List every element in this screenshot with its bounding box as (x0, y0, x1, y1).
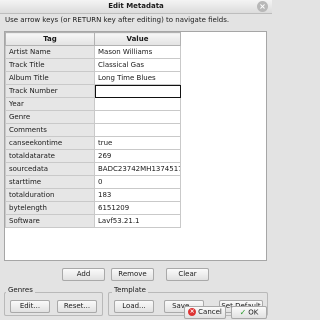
table-row[interactable]: Artist Name Mason Williams (5, 45, 181, 59)
value-cell[interactable] (94, 110, 181, 124)
column-header-value: Value (94, 32, 181, 46)
tag-cell[interactable]: Year (5, 97, 95, 111)
table-row[interactable]: sourcedataBADC23742MH137451778 (5, 162, 181, 176)
template-group-label: Template (112, 286, 148, 294)
table-row[interactable]: totaldatarate 269 (5, 149, 181, 163)
cancel-icon: × (188, 308, 197, 316)
cancel-label: Cancel (198, 308, 222, 316)
tag-cell[interactable]: Artist Name (5, 45, 95, 59)
value-cell[interactable] (94, 123, 181, 137)
tag-cell[interactable]: starttime (5, 175, 95, 189)
instructions-text: Use arrow keys (or RETURN key after edit… (5, 16, 230, 24)
table-row[interactable]: Album Title Long Time Blues (5, 71, 181, 85)
table-row[interactable]: starttime 0 (5, 175, 181, 189)
ok-button[interactable]: ✓ OK (231, 306, 267, 319)
value-cell[interactable]: Mason Williams (94, 45, 181, 59)
table-row[interactable]: Year (5, 97, 181, 111)
clear-button[interactable]: Clear (166, 268, 209, 281)
tag-cell[interactable]: totaldatarate (5, 149, 95, 163)
table-row[interactable]: canseekontime true (5, 136, 181, 150)
tag-cell[interactable]: totalduration (5, 188, 95, 202)
add-button[interactable]: Add (62, 268, 105, 281)
title-bar: Edit Metadata × (0, 0, 272, 14)
value-cell[interactable]: 6151209 (94, 201, 181, 215)
value-cell[interactable]: Lavf53.21.1 (94, 214, 181, 228)
value-cell[interactable]: 269 (94, 149, 181, 163)
table-row[interactable]: bytelength 6151209 (5, 201, 181, 215)
tag-cell[interactable]: Album Title (5, 71, 95, 85)
tag-cell[interactable]: Genre (5, 110, 95, 124)
checkmark-icon: ✓ (239, 308, 247, 317)
table-row[interactable]: Software Lavf53.21.1 (5, 214, 181, 228)
load-template-button[interactable]: Load... (114, 300, 154, 313)
table-row[interactable]: Track Number (5, 84, 181, 98)
close-icon[interactable]: × (257, 1, 268, 12)
tag-cell[interactable]: bytelength (5, 201, 95, 215)
column-header-tag: Tag (5, 32, 95, 46)
value-cell[interactable]: 183 (94, 188, 181, 202)
table-row[interactable]: totalduration 183 (5, 188, 181, 202)
tag-cell[interactable]: sourcedata (5, 162, 95, 176)
edit-genres-button[interactable]: Edit... (10, 300, 50, 313)
value-cell[interactable]: Long Time Blues (94, 71, 181, 85)
table-row[interactable]: Track Title Classical Gas (5, 58, 181, 72)
tag-cell[interactable]: Comments (5, 123, 95, 137)
cancel-button[interactable]: × Cancel (184, 306, 226, 319)
value-cell[interactable] (94, 97, 181, 111)
metadata-grid: Tag Value Artist Name Mason Williams Track… (4, 31, 267, 261)
ok-label: OK (248, 308, 259, 317)
tag-cell[interactable]: canseekontime (5, 136, 95, 150)
table-row[interactable]: Genre (5, 110, 181, 124)
tag-cell[interactable]: Software (5, 214, 95, 228)
remove-button[interactable]: Remove (111, 268, 154, 281)
value-cell[interactable]: true (94, 136, 181, 150)
value-cell[interactable]: Classical Gas (94, 58, 181, 72)
value-cell-editing[interactable] (94, 84, 181, 98)
genres-group-label: Genres (6, 286, 35, 294)
metadata-table: Tag Value Artist Name Mason Williams Track… (5, 32, 181, 228)
tag-cell[interactable]: Track Number (5, 84, 95, 98)
metadata-rows: Artist Name Mason Williams Track Title Clas… (5, 45, 181, 228)
table-row[interactable]: Comments (5, 123, 181, 137)
header-row: Tag Value (5, 32, 181, 46)
value-cell[interactable]: 0 (94, 175, 181, 189)
value-cell[interactable]: BADC23742MH137451778 (94, 162, 181, 176)
reset-genres-button[interactable]: Reset... (57, 300, 97, 313)
tag-cell[interactable]: Track Title (5, 58, 95, 72)
window-title: Edit Metadata (108, 2, 164, 10)
